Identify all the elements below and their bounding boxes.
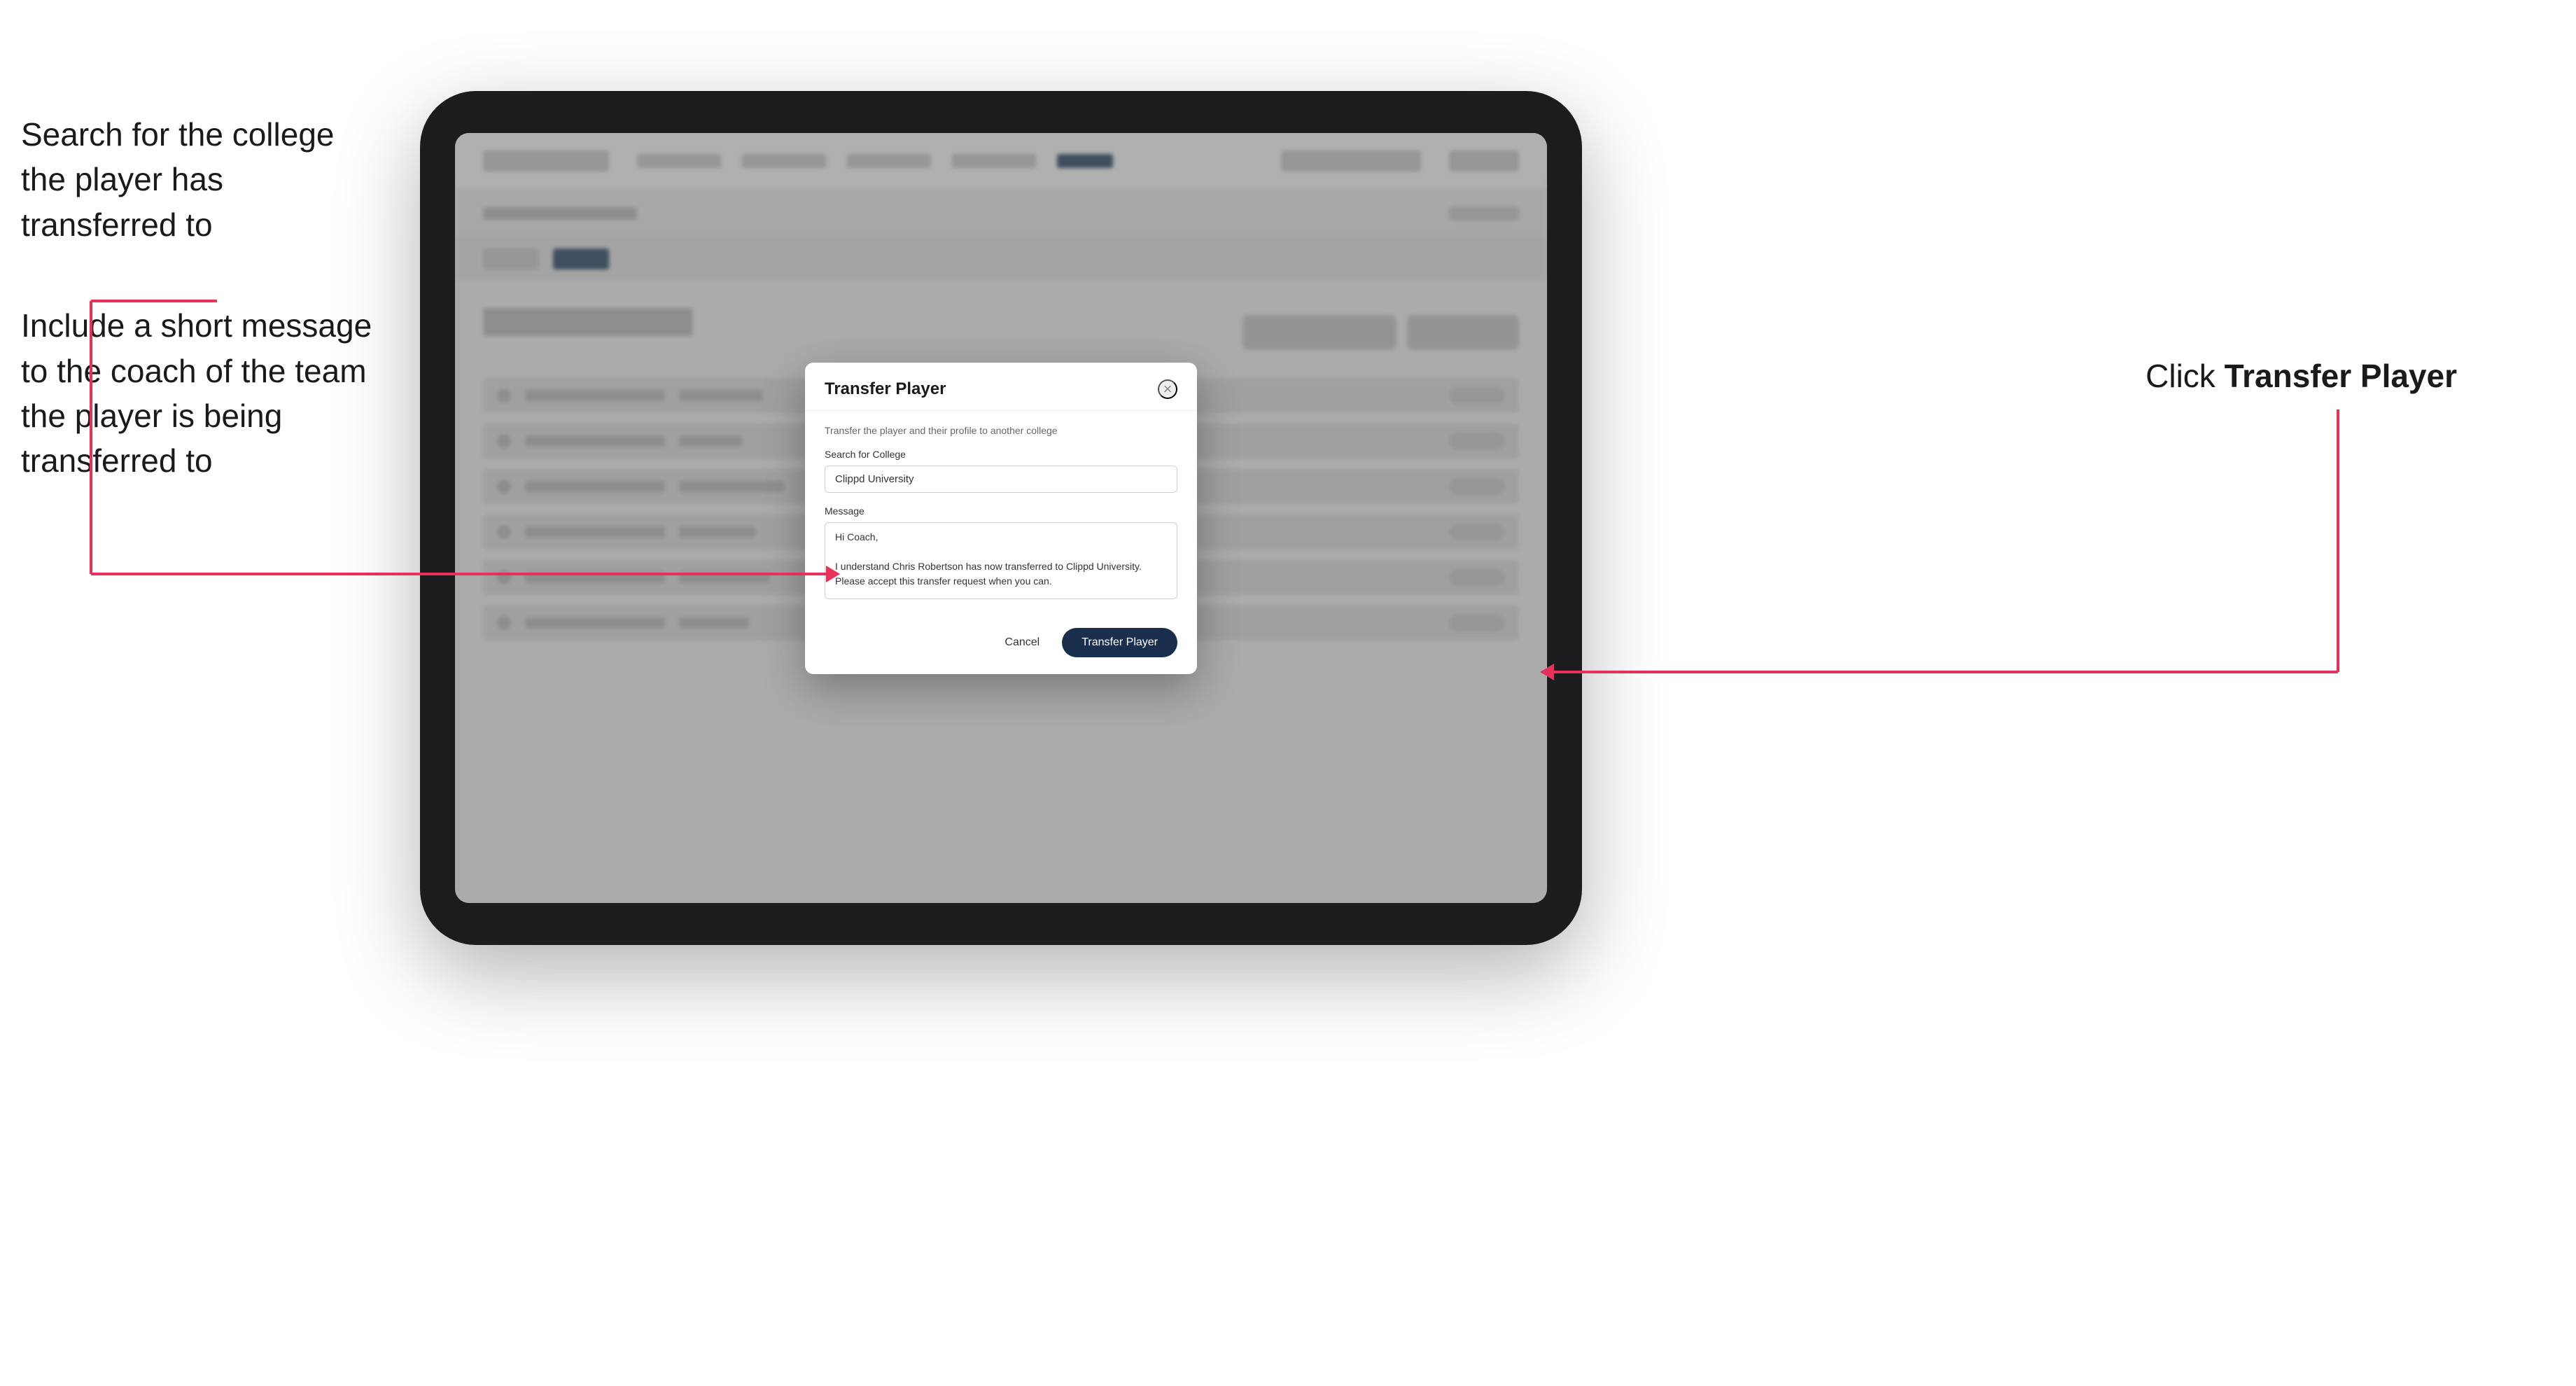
close-button[interactable]: × (1158, 379, 1177, 399)
modal-overlay: Transfer Player × Transfer the player an… (455, 133, 1547, 903)
annotation-right-bold: Transfer Player (2225, 358, 2457, 394)
search-college-label: Search for College (825, 449, 1177, 460)
modal-title: Transfer Player (825, 379, 946, 399)
cancel-button[interactable]: Cancel (993, 631, 1051, 654)
annotation-line2: Include a short message to the coach of … (21, 303, 385, 484)
modal-footer: Cancel Transfer Player (805, 617, 1197, 674)
annotation-left-panel: Search for the college the player has tr… (21, 112, 385, 484)
message-label: Message (825, 505, 1177, 517)
modal-body: Transfer the player and their profile to… (805, 411, 1197, 617)
tablet-device: Transfer Player × Transfer the player an… (420, 91, 1582, 945)
tablet-screen: Transfer Player × Transfer the player an… (455, 133, 1547, 903)
annotation-line1: Search for the college the player has tr… (21, 112, 385, 247)
modal-header: Transfer Player × (805, 363, 1197, 411)
transfer-player-modal: Transfer Player × Transfer the player an… (805, 363, 1197, 674)
modal-description: Transfer the player and their profile to… (825, 425, 1177, 436)
annotation-right-text: Click (2146, 358, 2224, 394)
search-college-input[interactable] (825, 465, 1177, 493)
message-textarea[interactable]: Hi Coach, I understand Chris Robertson h… (825, 522, 1177, 599)
transfer-player-button[interactable]: Transfer Player (1062, 628, 1177, 657)
annotation-right-panel: Click Transfer Player (2146, 357, 2457, 395)
